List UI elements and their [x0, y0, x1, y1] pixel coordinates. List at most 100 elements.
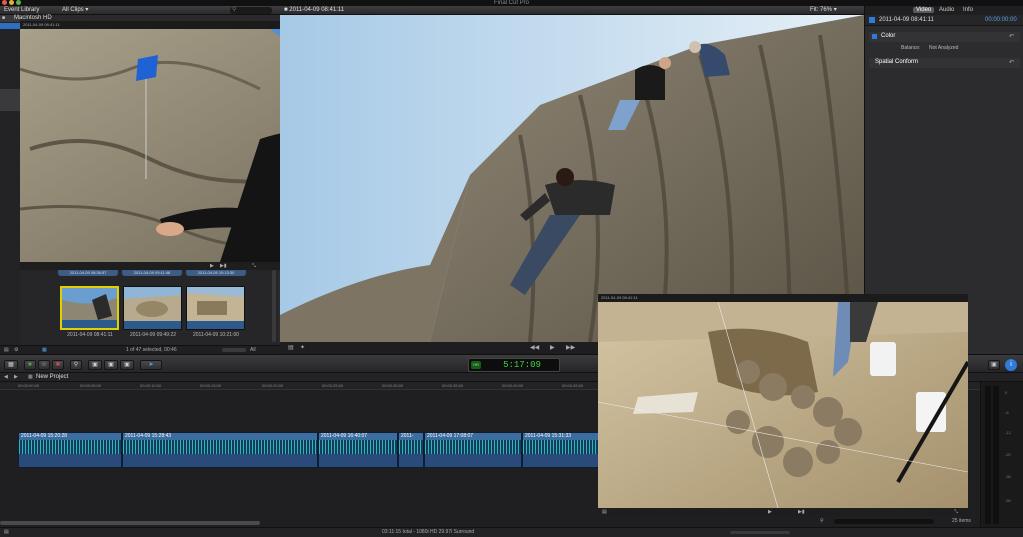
search-input[interactable]: [834, 519, 934, 524]
color-section-title: Color: [881, 33, 896, 39]
top-clip-3[interactable]: 2011-04-09 10:13:30: [186, 270, 246, 276]
timeline-clip-4[interactable]: 2011-: [398, 432, 424, 468]
key-icon: ⚲: [73, 362, 79, 368]
timeline-status-bar: ▤ 03:11:15 total - 1080i HD 29.97i Surro…: [0, 527, 1023, 537]
clip-icon: [869, 17, 875, 23]
spatial-conform-section[interactable]: Spatial Conform ↶: [869, 58, 1020, 68]
timeline-zoom-slider[interactable]: [730, 531, 790, 534]
fullscreen-icon[interactable]: ⤡: [954, 509, 958, 515]
viewer-options-icon[interactable]: ▤: [602, 509, 607, 515]
color-section-header[interactable]: Color ↶: [869, 32, 1020, 42]
browser-clip-thumbnail-3[interactable]: [186, 286, 245, 330]
reject-button[interactable]: ✖: [52, 360, 64, 370]
drive-icon: ■: [2, 15, 6, 21]
filmstrip-view-icon[interactable]: ▦: [42, 347, 47, 353]
skip-forward-icon[interactable]: ▶▮: [798, 509, 805, 515]
timeline-clip-6[interactable]: 2011-04-09 15:31:33: [522, 432, 600, 468]
dig-viewer-image: [598, 302, 968, 508]
tab-audio[interactable]: Audio: [939, 7, 954, 13]
search-icon[interactable]: ⚲: [820, 518, 824, 524]
keyword-button[interactable]: ⚲: [70, 360, 82, 370]
inspector-toggle-button[interactable]: i: [1005, 359, 1017, 371]
viewer-header: ■ 2011-04-09 08:41:11 Fit: 76% ▾: [280, 6, 864, 15]
audio-meters: 0 -6 -12 -20 -30 -50: [980, 382, 1023, 527]
play-button[interactable]: ▶: [768, 509, 772, 515]
play-button[interactable]: ▶: [550, 344, 555, 351]
duration-select[interactable]: All: [250, 347, 256, 353]
viewer-clip-title: 2011-04-09 08:41:11: [289, 7, 345, 13]
info-icon: i: [1010, 361, 1012, 368]
browser-clip-label-3: 2011-04-09 10:21:00: [192, 332, 240, 338]
back-icon[interactable]: ◀: [4, 374, 8, 380]
append-clip-button[interactable]: ▣: [120, 360, 134, 370]
connect-clip-button[interactable]: ▣: [88, 360, 102, 370]
forward-icon[interactable]: ▶: [14, 374, 18, 380]
timeline-clip-3[interactable]: 2011-04-09 16:40:07: [318, 432, 398, 468]
dig-site-photo: [598, 302, 968, 508]
fullscreen-icon[interactable]: ⤡: [252, 263, 256, 269]
browser-clip-thumbnail-2[interactable]: [123, 286, 182, 330]
viewer-options-icon[interactable]: ▤: [288, 344, 294, 351]
browser-header: All Clips ▾ ⚲: [58, 6, 280, 15]
timeline-index-icon[interactable]: ▤: [4, 529, 9, 535]
reset-icon[interactable]: ↶: [1009, 33, 1014, 40]
timeline-scrollbar[interactable]: [0, 521, 260, 525]
tab-info[interactable]: Info: [963, 7, 973, 13]
project-duration-status: 03:11:15 total - 1080i HD 29.97i Surroun…: [382, 529, 475, 535]
clip-title: 2011-04-09 15:20:28: [19, 433, 121, 440]
append-icon: ▣: [124, 362, 130, 368]
enhance-icon[interactable]: ✦: [300, 344, 305, 351]
viewer-fit-value[interactable]: 76%: [820, 7, 832, 13]
play-icon[interactable]: ▶: [210, 263, 214, 269]
import-button[interactable]: ▦: [4, 360, 18, 370]
reset-icon[interactable]: ↶: [1009, 59, 1014, 66]
unrate-button[interactable]: ☆: [38, 360, 50, 370]
chevron-down-icon: ▾: [833, 7, 837, 13]
browser-clip-thumbnail-1[interactable]: [60, 286, 119, 330]
zoom-window-button[interactable]: [16, 0, 21, 5]
clip-audio-waveform: [399, 454, 423, 467]
event-browser: 2011-04-09 08:36:57 2011-04-09 09:11:48 …: [20, 270, 278, 345]
zoom-slider[interactable]: [222, 348, 246, 352]
color-checkbox[interactable]: [872, 34, 877, 39]
chevron-down-icon: ▾: [85, 7, 89, 13]
clip-audio-waveform: [19, 454, 121, 467]
timeline-clip-5[interactable]: 2011-04-09 17:08:07: [424, 432, 522, 468]
insert-clip-button[interactable]: ▣: [104, 360, 118, 370]
ruler-mark: 00:00:05:00: [80, 383, 102, 388]
top-clip-2[interactable]: 2011-04-09 09:11:48: [122, 270, 182, 276]
browser-clip-label-2: 2011-04-09 09:49:22: [129, 332, 177, 338]
library-scroll-section: [0, 89, 20, 111]
event-item[interactable]: [0, 23, 20, 29]
select-tool-button[interactable]: ➤: [140, 360, 162, 370]
timecode-label: HR: [471, 361, 481, 369]
browser-scrollbar[interactable]: [272, 270, 276, 342]
timecode-display[interactable]: 5:17:09: [489, 359, 555, 371]
meter-scale: -6: [1005, 410, 1009, 415]
balance-label: Balance:: [901, 45, 921, 51]
dashboard: HR 5:17:09: [468, 358, 560, 372]
timeline-clip-2[interactable]: 2011-04-09 15:28:43: [122, 432, 318, 468]
search-icon[interactable]: ⚲: [230, 7, 272, 14]
previous-frame-icon[interactable]: ◀◀: [530, 344, 539, 351]
arrow-icon: ➤: [148, 362, 154, 368]
media-browser-button[interactable]: ▣: [988, 360, 1000, 370]
list-view-icon[interactable]: ▤: [4, 347, 9, 353]
ruler-mark: 00:00:35:00: [442, 383, 464, 388]
timeline-clip-1[interactable]: 2011-04-09 15:20:28: [18, 432, 122, 468]
inspector-clip-title: 2011-04-09 08:41:11: [879, 17, 934, 23]
insert-icon: ▣: [108, 362, 114, 368]
next-frame-icon[interactable]: ▶▶: [566, 344, 575, 351]
gear-icon[interactable]: ⚙: [14, 347, 18, 353]
minimize-window-button[interactable]: [9, 0, 14, 5]
ruler-mark: 00:00:45:00: [562, 383, 584, 388]
tab-video[interactable]: Video: [913, 7, 935, 13]
clip-filter-select[interactable]: All Clips: [62, 7, 84, 13]
ruler-mark: 00:00:25:00: [322, 383, 344, 388]
browser-status-bar: ▤ ⚙ ▦ 1 of 47 selected, 00:46 All: [0, 345, 280, 354]
skip-forward-icon[interactable]: ▶▮: [220, 263, 227, 269]
favorite-button[interactable]: ★: [24, 360, 36, 370]
close-window-button[interactable]: [2, 0, 7, 5]
right-browser-status: ⚲ 25 items: [814, 516, 980, 527]
top-clip-1[interactable]: 2011-04-09 08:36:57: [58, 270, 118, 276]
